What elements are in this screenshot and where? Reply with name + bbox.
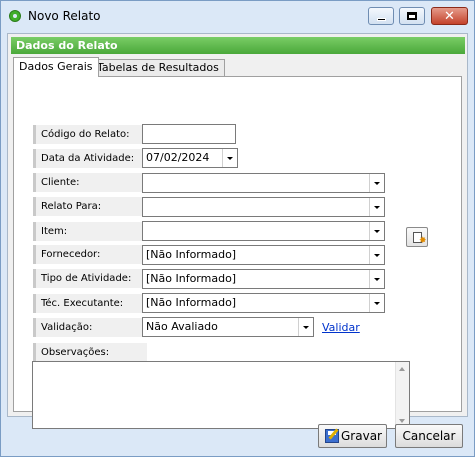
new-item-button[interactable]: ✸ — [406, 227, 428, 247]
dialog-window: Novo Relato ✕ Dados do Relato Dados Gera… — [0, 0, 475, 457]
maximize-icon — [407, 12, 417, 20]
validacao-value: Não Avaliado — [146, 320, 218, 333]
tecnico-value: [Não Informado] — [146, 296, 237, 309]
data-date-picker[interactable]: 07/02/2024 — [142, 148, 238, 168]
fornecedor-label: Fornecedor: — [33, 245, 147, 264]
codigo-input[interactable] — [142, 124, 236, 144]
close-button[interactable]: ✕ — [431, 7, 468, 25]
sparkle-icon: ✸ — [419, 236, 427, 246]
scroll-up-icon[interactable] — [399, 367, 405, 371]
cliente-label: Cliente: — [33, 173, 147, 192]
validacao-label: Validação: — [33, 318, 147, 337]
tab-tabelas-de-resultados[interactable]: Tabelas de Resultados — [91, 59, 225, 76]
chevron-down-icon — [374, 229, 380, 233]
tecnico-label: Téc. Executante: — [33, 294, 147, 313]
date-dropdown-button[interactable] — [222, 149, 237, 167]
chevron-down-icon — [374, 205, 380, 209]
observacoes-scrollbar[interactable] — [395, 362, 409, 428]
observacoes-label: Observações: — [33, 343, 147, 362]
fornecedor-dropdown-button[interactable] — [369, 246, 384, 264]
tipo-atividade-label: Tipo de Atividade: — [33, 269, 147, 288]
relato-para-select[interactable] — [142, 197, 385, 217]
title-bar[interactable]: Novo Relato ✕ — [1, 1, 474, 31]
tipo-atividade-dropdown-button[interactable] — [369, 270, 384, 288]
item-label: Item: — [33, 222, 147, 241]
tab-dados-gerais[interactable]: Dados Gerais — [13, 57, 99, 77]
fornecedor-value: [Não Informado] — [146, 248, 237, 261]
observacoes-textarea[interactable] — [32, 361, 410, 429]
chevron-down-icon — [374, 301, 380, 305]
chevron-down-icon — [303, 325, 309, 329]
data-label: Data da Atividade: — [33, 149, 147, 168]
data-value: 07/02/2024 — [146, 151, 210, 164]
chevron-down-icon — [374, 277, 380, 281]
item-select[interactable] — [142, 221, 385, 241]
item-dropdown-button[interactable] — [369, 222, 384, 240]
validar-link[interactable]: Validar — [322, 321, 360, 334]
tecnico-dropdown-button[interactable] — [369, 294, 384, 312]
cliente-select[interactable] — [142, 173, 385, 193]
relato-para-dropdown-button[interactable] — [369, 198, 384, 216]
fornecedor-select[interactable]: [Não Informado] — [142, 245, 385, 265]
minimize-button[interactable] — [368, 7, 394, 25]
tipo-atividade-select[interactable]: [Não Informado] — [142, 269, 385, 289]
scroll-down-icon[interactable] — [399, 419, 405, 423]
relato-para-label: Relato Para: — [33, 197, 147, 216]
validacao-dropdown-button[interactable] — [298, 318, 313, 336]
tipo-atividade-value: [Não Informado] — [146, 272, 237, 285]
chevron-down-icon — [227, 156, 233, 160]
chevron-down-icon — [374, 253, 380, 257]
validacao-select[interactable]: Não Avaliado — [142, 317, 314, 337]
minimize-icon — [376, 17, 386, 21]
app-icon — [9, 10, 21, 22]
maximize-button[interactable] — [399, 7, 425, 25]
chevron-down-icon — [374, 181, 380, 185]
tab-panel-dados-gerais: Código do Relato: Data da Atividade: 07/… — [13, 76, 462, 429]
codigo-label: Código do Relato: — [33, 125, 147, 144]
cancel-button[interactable]: Cancelar — [395, 424, 463, 448]
save-button[interactable]: Gravar — [318, 424, 387, 448]
close-icon: ✕ — [444, 8, 455, 24]
tecnico-select[interactable]: [Não Informado] — [142, 293, 385, 313]
save-button-label: Gravar — [341, 429, 382, 443]
section-header: Dados do Relato — [11, 37, 465, 54]
cliente-dropdown-button[interactable] — [369, 174, 384, 192]
window-title: Novo Relato — [28, 9, 101, 23]
dialog-client-area: Dados do Relato Dados Gerais Tabelas de … — [7, 33, 468, 429]
